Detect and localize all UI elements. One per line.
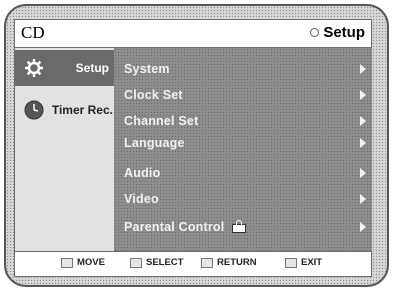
- move-key-icon: [61, 257, 73, 268]
- sidebar-item-setup[interactable]: Setup: [15, 50, 115, 86]
- hint-move: MOVE: [61, 257, 105, 268]
- setup-menu-panel: System Clock Set Channel Set Language Au…: [114, 48, 372, 251]
- menu-item-parental-control[interactable]: Parental Control: [124, 216, 366, 238]
- circle-icon: [310, 28, 320, 37]
- menu-item-audio[interactable]: Audio: [124, 162, 366, 184]
- current-menu-label: Setup: [323, 24, 365, 41]
- sidebar-item-label: Setup: [75, 61, 109, 75]
- select-key-icon: [130, 257, 142, 268]
- menu-item-label: Parental Control: [124, 220, 225, 234]
- hint-label: EXIT: [301, 257, 323, 268]
- hint-label: SELECT: [146, 257, 184, 268]
- mode-label: CD: [21, 23, 45, 42]
- exit-key-icon: [285, 257, 297, 268]
- arrow-right-icon: [360, 138, 366, 148]
- menu-item-clock-set[interactable]: Clock Set: [124, 84, 366, 106]
- hint-return: RETURN: [201, 257, 257, 268]
- arrow-right-icon: [360, 222, 366, 232]
- gear-icon: [23, 57, 45, 79]
- menu-item-video[interactable]: Video: [124, 188, 366, 210]
- sidebar-item-label: Timer Rec.: [51, 103, 113, 117]
- sidebar: Setup Timer Rec.: [14, 48, 115, 251]
- arrow-right-icon: [360, 168, 366, 178]
- hint-select: SELECT: [130, 257, 183, 268]
- menu-item-label: System: [124, 62, 170, 76]
- current-menu-indicator: Setup: [310, 24, 365, 41]
- sidebar-item-timer-rec[interactable]: Timer Rec.: [15, 92, 115, 128]
- menu-item-label: Audio: [124, 166, 161, 180]
- hint-label: MOVE: [77, 257, 105, 268]
- arrow-right-icon: [360, 116, 366, 126]
- arrow-right-icon: [360, 64, 366, 74]
- arrow-right-icon: [360, 194, 366, 204]
- menu-item-label: Video: [124, 192, 159, 206]
- lock-icon: [232, 219, 247, 233]
- menu-item-system[interactable]: System: [124, 58, 366, 80]
- arrow-right-icon: [360, 90, 366, 100]
- hint-label: RETURN: [217, 257, 257, 268]
- menu-item-label: Clock Set: [124, 88, 183, 102]
- hint-exit: EXIT: [285, 257, 322, 268]
- menu-item-language[interactable]: Language: [124, 132, 366, 154]
- button-guide: MOVE SELECT RETURN EXIT: [14, 251, 372, 277]
- top-bar: CD Setup: [14, 19, 372, 48]
- menu-item-channel-set[interactable]: Channel Set: [124, 110, 366, 132]
- clock-icon: [23, 99, 45, 121]
- menu-item-label: Channel Set: [124, 114, 199, 128]
- menu-item-label: Language: [124, 136, 185, 150]
- return-key-icon: [201, 257, 213, 268]
